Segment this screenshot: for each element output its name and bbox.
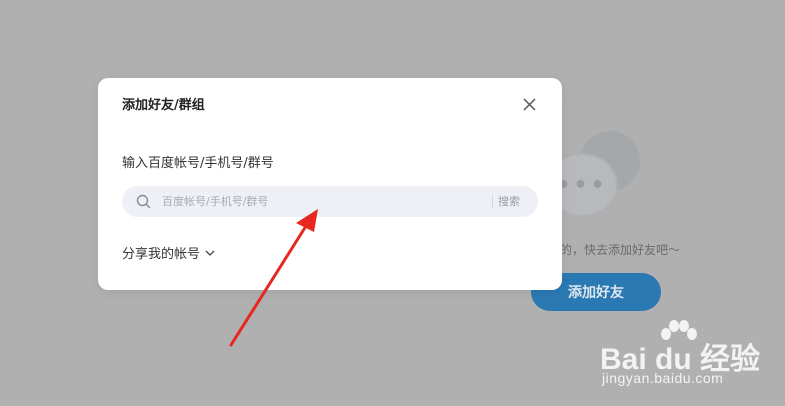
add-friend-dialog: 添加好友/群组 输入百度帐号/手机号/群号 搜索 分享我的帐号 <box>98 78 562 290</box>
search-input[interactable] <box>162 192 482 211</box>
chat-bubble-dots: ••• <box>556 172 608 198</box>
empty-hint-text: 的，快去添加好友吧～ <box>560 243 681 257</box>
watermark-url: jingyan.baidu.com <box>602 370 724 386</box>
share-account-toggle[interactable]: 分享我的帐号 <box>122 243 216 262</box>
search-icon <box>136 194 151 209</box>
search-divider <box>492 195 493 208</box>
share-account-label: 分享我的帐号 <box>122 247 201 262</box>
dialog-title: 添加好友/群组 <box>122 98 205 113</box>
search-button[interactable]: 搜索 <box>498 193 520 209</box>
close-button[interactable] <box>519 94 539 114</box>
close-icon <box>522 97 536 111</box>
search-box: 搜索 <box>122 186 538 217</box>
search-field-label: 输入百度帐号/手机号/群号 <box>122 156 274 171</box>
baidu-jingyan-watermark: Bai du 经验 jingyan.baidu.com <box>600 320 760 390</box>
chevron-down-icon <box>205 250 215 256</box>
